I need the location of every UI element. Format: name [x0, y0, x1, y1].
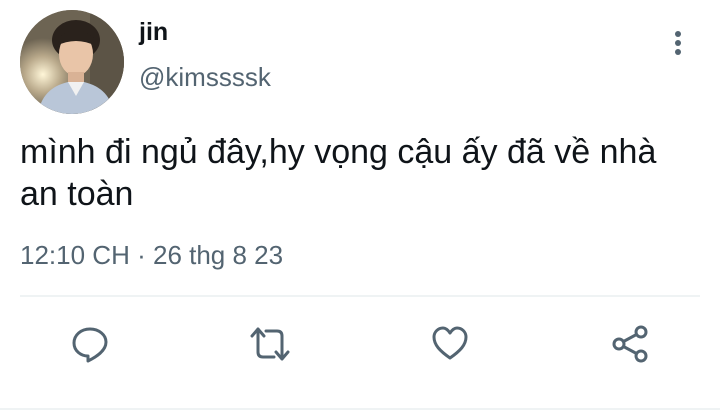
username-handle[interactable]: @kimssssk: [139, 62, 271, 93]
reply-button[interactable]: [66, 320, 114, 368]
heart-icon: [432, 326, 468, 360]
tweet-time: 12:10 CH: [20, 240, 130, 270]
tweet-text: mình đi ngủ đây,hy vọng cậu ấy đã về nhà…: [20, 133, 657, 213]
more-options-button[interactable]: [664, 28, 692, 60]
avatar-photo: [20, 10, 124, 114]
action-bar: [0, 320, 720, 368]
meta-separator: ·: [137, 240, 146, 270]
tweet-timestamp[interactable]: 12:10 CH · 26 thg 8 23: [20, 240, 283, 271]
share-icon: [612, 325, 648, 363]
display-name[interactable]: jin: [139, 18, 168, 47]
like-button[interactable]: [426, 320, 474, 368]
retweet-button[interactable]: [246, 320, 294, 368]
divider: [20, 295, 700, 297]
reply-icon: [72, 327, 108, 363]
share-button[interactable]: [606, 320, 654, 368]
retweet-icon: [250, 327, 290, 361]
avatar[interactable]: [20, 10, 124, 114]
tweet-card: jin @kimssssk mình đi ngủ đây,hy vọng cậ…: [0, 0, 720, 410]
tweet-date: 26 thg 8 23: [152, 240, 284, 270]
more-vertical-icon: [675, 31, 681, 55]
